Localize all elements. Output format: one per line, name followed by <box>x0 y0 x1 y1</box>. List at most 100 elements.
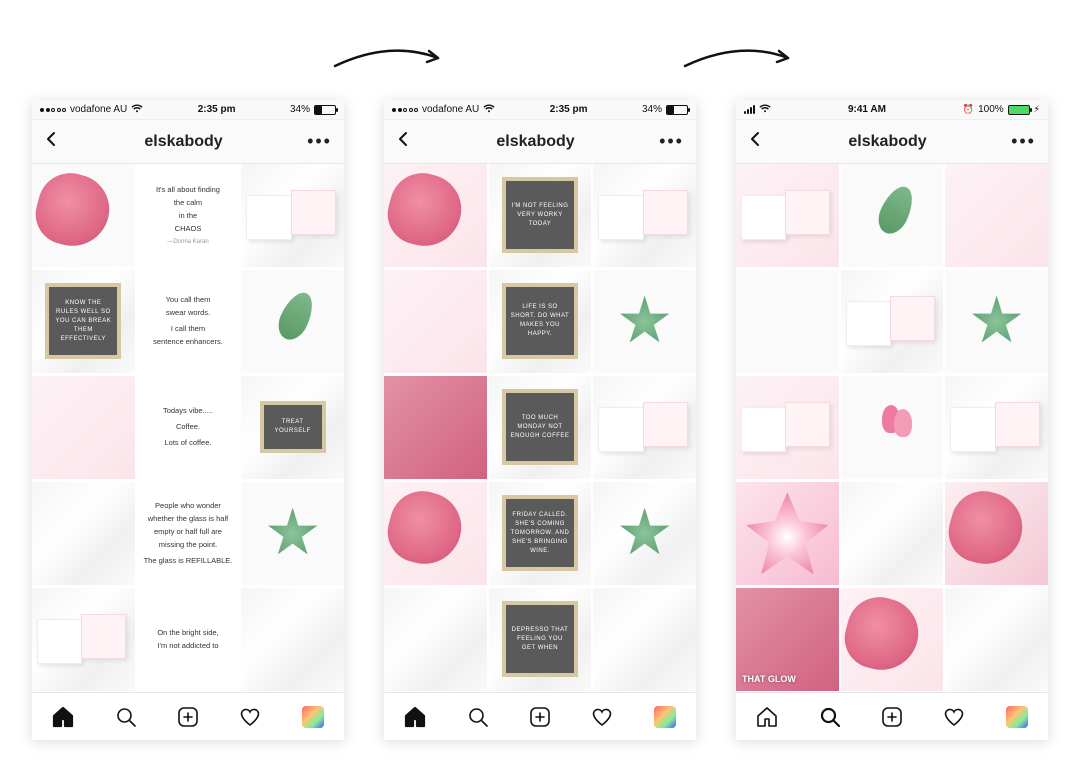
tab-preview-app[interactable] <box>301 705 325 729</box>
grid-post[interactable]: KNOW THE RULES WELL SO YOU CAN BREAK THE… <box>32 270 135 373</box>
post-text-line: empty or half full are <box>154 527 222 537</box>
wifi-icon <box>759 104 771 116</box>
tab-preview-app[interactable] <box>1005 705 1029 729</box>
nav-header: elskabody••• <box>32 120 344 164</box>
post-text-line: missing the point. <box>159 540 217 550</box>
tab-search[interactable] <box>818 705 842 729</box>
grid-post[interactable] <box>945 482 1048 585</box>
grid-post[interactable]: It's all about finding the calm in the CHAO… <box>137 164 240 267</box>
grid-post[interactable] <box>32 482 135 585</box>
post-text-author: —Donna Karan <box>167 238 208 246</box>
grid-post[interactable] <box>384 376 487 479</box>
post-text-line: I call them <box>171 324 205 334</box>
grid-post[interactable] <box>384 588 487 691</box>
grid-post[interactable] <box>841 482 944 585</box>
grid-post[interactable]: TREAT YOURSELF <box>241 376 344 479</box>
tab-add-post[interactable] <box>528 705 552 729</box>
letterboard-sign: TREAT YOURSELF <box>260 401 326 453</box>
grid-post[interactable] <box>241 270 344 373</box>
grid-post[interactable]: On the bright side, I'm not addicted to <box>137 588 240 691</box>
grid-post[interactable] <box>593 376 696 479</box>
post-text-line: On the bright side, <box>157 628 218 638</box>
grid-post[interactable]: DEPRESSO THAT FEELING YOU GET WHEN <box>489 588 592 691</box>
post-text-line: Lots of coffee. <box>165 438 212 448</box>
grid-post[interactable] <box>241 482 344 585</box>
tab-home[interactable] <box>403 705 427 729</box>
tab-activity[interactable] <box>238 705 262 729</box>
grid-post[interactable] <box>841 164 944 267</box>
grid-post[interactable] <box>736 376 839 479</box>
tab-search[interactable] <box>114 705 138 729</box>
wifi-icon <box>131 104 143 116</box>
grid-post[interactable] <box>841 588 944 691</box>
phone-screenshot-2: vodafone AU2:35 pm34%elskabody•••I'M NOT… <box>384 100 696 740</box>
grid-post[interactable]: You call themswear words.I call themsent… <box>137 270 240 373</box>
signal-dots-icon <box>392 108 418 112</box>
post-text-line: CHAOS <box>175 224 202 234</box>
grid-post[interactable] <box>384 270 487 373</box>
grid-post[interactable] <box>945 376 1048 479</box>
tab-home[interactable] <box>755 705 779 729</box>
preview-app-icon <box>1006 706 1028 728</box>
grid-post[interactable] <box>32 376 135 479</box>
back-button[interactable] <box>44 131 60 152</box>
tab-search[interactable] <box>466 705 490 729</box>
status-bar: vodafone AU2:35 pm34% <box>384 100 696 120</box>
post-overlay-text: THAT GLOW <box>742 673 796 685</box>
grid-post[interactable]: I'M NOT FEELING VERY WORKY TODAY <box>489 164 592 267</box>
post-text-line: It's all about finding <box>156 185 220 195</box>
grid-post[interactable] <box>593 164 696 267</box>
profile-username: elskabody <box>848 133 926 151</box>
post-grid[interactable]: THAT GLOW <box>736 164 1048 692</box>
back-button[interactable] <box>748 131 764 152</box>
signal-dots-icon <box>40 108 66 112</box>
post-text-line: I'm not addicted to <box>157 641 218 651</box>
grid-post[interactable] <box>241 164 344 267</box>
grid-post[interactable] <box>841 270 944 373</box>
grid-post[interactable] <box>945 270 1048 373</box>
back-button[interactable] <box>396 131 412 152</box>
grid-post[interactable] <box>384 482 487 585</box>
grid-post[interactable]: THAT GLOW <box>736 588 839 691</box>
nav-header: elskabody ••• <box>736 120 1048 164</box>
grid-post[interactable] <box>384 164 487 267</box>
grid-post[interactable] <box>841 376 944 479</box>
carrier-label: vodafone AU <box>70 104 127 115</box>
grid-post[interactable] <box>736 270 839 373</box>
post-text-line: People who wonder <box>155 501 221 511</box>
grid-post[interactable] <box>736 164 839 267</box>
grid-post[interactable] <box>241 588 344 691</box>
post-text-line: in the <box>179 211 197 221</box>
more-options-button[interactable]: ••• <box>659 131 684 152</box>
wifi-icon <box>483 104 495 116</box>
grid-post[interactable]: TOO MUCH MONDAY NOT ENOUGH COFFEE <box>489 376 592 479</box>
post-grid[interactable]: I'M NOT FEELING VERY WORKY TODAYLIFE IS … <box>384 164 696 692</box>
signal-bars-icon <box>744 105 755 114</box>
grid-post[interactable]: FRIDAY CALLED. SHE'S COMING TOMORROW. AN… <box>489 482 592 585</box>
tab-add-post[interactable] <box>880 705 904 729</box>
grid-post[interactable]: LIFE IS SO SHORT. DO WHAT MAKES YOU HAPP… <box>489 270 592 373</box>
post-grid[interactable]: It's all about finding the calm in the CHAO… <box>32 164 344 692</box>
letterboard-sign: TOO MUCH MONDAY NOT ENOUGH COFFEE <box>502 389 578 465</box>
grid-post[interactable] <box>945 588 1048 691</box>
more-options-button[interactable]: ••• <box>307 131 332 152</box>
grid-post[interactable] <box>945 164 1048 267</box>
tab-home[interactable] <box>51 705 75 729</box>
more-options-button[interactable]: ••• <box>1011 131 1036 152</box>
post-text-line: the calm <box>174 198 202 208</box>
tab-activity[interactable] <box>590 705 614 729</box>
battery-icon <box>1008 105 1030 115</box>
post-text-line: You call them <box>166 295 211 305</box>
letterboard-sign: FRIDAY CALLED. SHE'S COMING TOMORROW. AN… <box>502 495 578 571</box>
grid-post[interactable] <box>32 164 135 267</box>
grid-post[interactable] <box>593 588 696 691</box>
grid-post[interactable] <box>32 588 135 691</box>
tab-preview-app[interactable] <box>653 705 677 729</box>
grid-post[interactable]: Todays vibe.....Coffee.Lots of coffee. <box>137 376 240 479</box>
grid-post[interactable] <box>736 482 839 585</box>
tab-activity[interactable] <box>942 705 966 729</box>
grid-post[interactable] <box>593 270 696 373</box>
grid-post[interactable] <box>593 482 696 585</box>
grid-post[interactable]: People who wonderwhether the glass is ha… <box>137 482 240 585</box>
tab-add-post[interactable] <box>176 705 200 729</box>
